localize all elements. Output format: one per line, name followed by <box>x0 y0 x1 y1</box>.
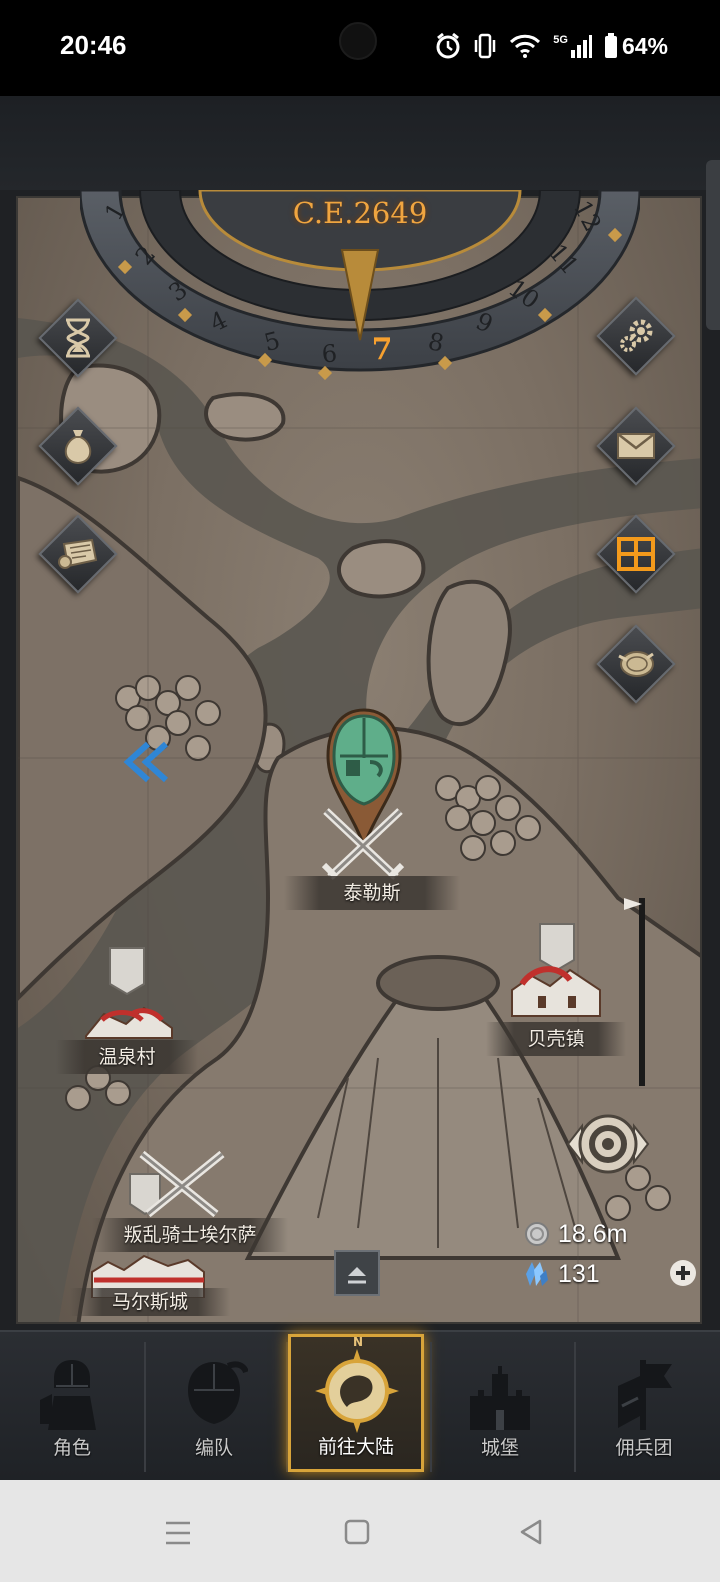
location-shell-town[interactable]: 贝壳镇 <box>486 1022 626 1056</box>
location-hot-spring-village[interactable]: 温泉村 <box>56 1040 198 1074</box>
side-handle[interactable] <box>706 160 720 330</box>
town-icon[interactable] <box>508 960 604 1022</box>
status-time: 20:46 <box>60 30 127 60</box>
top-strip <box>0 96 720 190</box>
add-resource-icon[interactable] <box>668 1258 698 1288</box>
bottom-nav: 角色 编队 N 前往大陆 城堡 佣兵团 <box>0 1330 720 1480</box>
location-mars-city[interactable]: 马尔斯城 <box>70 1288 230 1316</box>
battle-swords-icon[interactable] <box>134 1148 230 1220</box>
nav-label: 佣兵团 <box>615 1437 673 1459</box>
village-icon[interactable] <box>82 996 178 1042</box>
current-month: 7 <box>371 332 393 367</box>
home-icon[interactable] <box>344 1518 370 1546</box>
network-type: 5G <box>553 34 568 46</box>
wifi-icon <box>510 34 541 58</box>
battle-swords-icon[interactable] <box>318 805 408 885</box>
location-rebel-knight[interactable]: 叛乱骑士埃尔萨 <box>92 1218 288 1252</box>
calendar-grid-button[interactable] <box>596 514 676 594</box>
battery-icon <box>604 33 617 58</box>
crystal-resource: 131 <box>524 1254 627 1294</box>
nav-label: 城堡 <box>480 1437 519 1459</box>
compass-icon <box>315 1349 399 1433</box>
calendar-year: C.E.2649 <box>292 196 428 230</box>
nav-castle[interactable]: 城堡 <box>432 1342 568 1470</box>
nav-character[interactable]: 角色 <box>4 1342 140 1470</box>
settings-button[interactable] <box>596 296 676 376</box>
battery-level: 64% <box>621 32 668 59</box>
nav-mercenaries[interactable]: 佣兵团 <box>576 1342 712 1470</box>
crystal-amount: 131 <box>558 1259 600 1288</box>
vibrate-icon <box>475 33 496 59</box>
silver-resource: 18.6m <box>524 1214 627 1254</box>
money-bag-icon <box>64 430 92 465</box>
month-6: 6 <box>321 339 339 368</box>
flag-banner-icon <box>109 947 145 996</box>
knight-icon <box>40 1360 96 1430</box>
banner-icon <box>618 1360 672 1430</box>
status-icons: 5G 64% <box>435 32 668 60</box>
system-nav-bar <box>0 1480 720 1582</box>
calendar-grid-icon <box>617 537 655 571</box>
status-bar: 20:46 5G 64% <box>0 0 720 96</box>
gear-icon <box>620 319 653 352</box>
nav-label: 编队 <box>194 1437 233 1459</box>
scroll-icon <box>58 538 98 569</box>
mail-button[interactable] <box>596 406 676 486</box>
helmet-icon <box>188 1361 248 1424</box>
resource-panel: 18.6m 131 <box>524 1214 627 1294</box>
chevron-up-icon <box>348 1267 366 1284</box>
progress-flag-pole <box>624 898 645 1086</box>
location-taylers[interactable]: 泰勒斯 <box>284 876 460 910</box>
collapse-button[interactable] <box>334 1250 380 1296</box>
coin-icon <box>618 651 654 677</box>
nav-label: 角色 <box>52 1437 91 1459</box>
castle-icon <box>470 1366 530 1430</box>
signal-icon: 5G <box>553 34 592 58</box>
mail-icon <box>617 433 655 459</box>
nav-label: 前往大陆 <box>317 1436 394 1458</box>
hourglass-button[interactable] <box>38 298 118 378</box>
crystal-icon <box>526 1262 548 1286</box>
hourglass-icon <box>66 318 90 358</box>
nav-go-to-continent[interactable]: N 前往大陆 <box>288 1334 424 1472</box>
silver-amount: 18.6m <box>558 1219 628 1248</box>
recenter-icon[interactable] <box>550 1106 666 1182</box>
front-camera <box>339 22 377 60</box>
silver-coin-icon <box>525 1222 549 1246</box>
recent-apps-icon[interactable] <box>164 1520 192 1546</box>
alarm-icon <box>436 32 460 59</box>
scroll-button[interactable] <box>38 514 118 594</box>
nav-formation[interactable]: 编队 <box>146 1342 282 1470</box>
money-bag-button[interactable] <box>38 406 118 486</box>
coin-button[interactable] <box>596 624 676 704</box>
back-icon[interactable] <box>518 1518 544 1546</box>
back-chevron-icon[interactable] <box>122 740 172 784</box>
